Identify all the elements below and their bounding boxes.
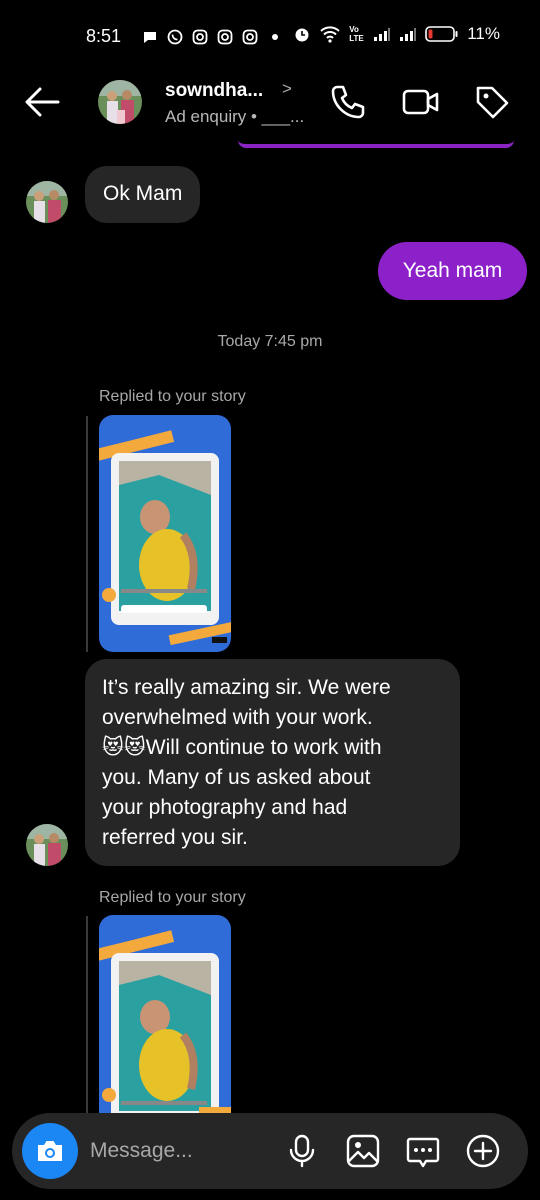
battery-percent: 11% [467, 24, 500, 43]
signal-icon [374, 28, 391, 41]
wifi-icon [320, 26, 340, 43]
message-text: Ok Mam [103, 182, 183, 205]
instagram-icon [242, 29, 258, 45]
gallery-icon[interactable] [345, 1133, 381, 1169]
message-line: 😻😻Will continue to work with [102, 733, 443, 763]
video-icon[interactable] [401, 82, 441, 122]
message-bubble-incoming[interactable]: It’s really amazing sir. We were overwhe… [85, 659, 460, 866]
volte-icon: Vo LTE [349, 25, 364, 43]
camera-icon [38, 1141, 62, 1161]
message-input[interactable] [90, 1135, 280, 1167]
microphone-icon[interactable] [284, 1133, 320, 1169]
notification-icons [142, 27, 283, 47]
instagram-icon [192, 29, 208, 45]
battery-icon [425, 26, 458, 42]
avatar[interactable] [26, 824, 68, 866]
back-arrow-icon[interactable] [22, 84, 62, 120]
contact-subtitle: Ad enquiry • ___... [165, 107, 305, 126]
status-time: 8:51 [86, 26, 122, 46]
phone-icon[interactable] [328, 82, 368, 122]
story-thumbnail[interactable] [99, 915, 231, 1113]
reply-divider-line [86, 416, 88, 652]
status-bar: 8:51 Vo LTE 11% [0, 0, 540, 72]
replied-to-story-label: Replied to your story [99, 388, 246, 405]
plus-icon[interactable] [465, 1133, 501, 1169]
contact-name[interactable]: sowndha... [165, 80, 263, 102]
camera-button[interactable] [22, 1123, 78, 1179]
message-line: overwhelmed with your work. [102, 706, 373, 729]
system-icons: Vo LTE 11% [293, 24, 500, 44]
tag-icon[interactable] [472, 82, 512, 122]
whatsapp-icon [167, 29, 183, 45]
chat-bubble-icon [144, 32, 156, 43]
replied-to-story-label: Replied to your story [99, 889, 246, 906]
message-bubble-outgoing[interactable]: Yeah mam [378, 242, 527, 300]
message-line: It’s really amazing sir. We were [102, 676, 391, 699]
message-line: your photography and had [102, 796, 348, 819]
instagram-icon [217, 29, 233, 45]
previous-message-edge [238, 140, 514, 148]
signal-icon [400, 28, 417, 41]
emoji: 😻😻 [102, 736, 146, 759]
chevron-right-icon[interactable]: > [282, 79, 292, 99]
sticker-icon[interactable] [405, 1133, 441, 1169]
message-line-text: Will continue to work with [145, 736, 382, 759]
date-divider: Today 7:45 pm [217, 333, 323, 350]
chat-header: sowndha... > Ad enquiry • ___... [0, 72, 540, 144]
reply-divider-line [86, 916, 88, 1113]
avatar[interactable] [98, 80, 142, 124]
message-text: Yeah mam [402, 259, 503, 282]
message-line: you. Many of us asked about [102, 766, 371, 789]
avatar[interactable] [26, 181, 68, 223]
message-line: referred you sir. [102, 826, 248, 849]
message-composer [12, 1113, 528, 1189]
dot-icon [272, 34, 278, 40]
alarm-icon [295, 28, 309, 42]
message-bubble-incoming[interactable]: Ok Mam [85, 166, 201, 223]
story-thumbnail[interactable] [99, 415, 231, 652]
